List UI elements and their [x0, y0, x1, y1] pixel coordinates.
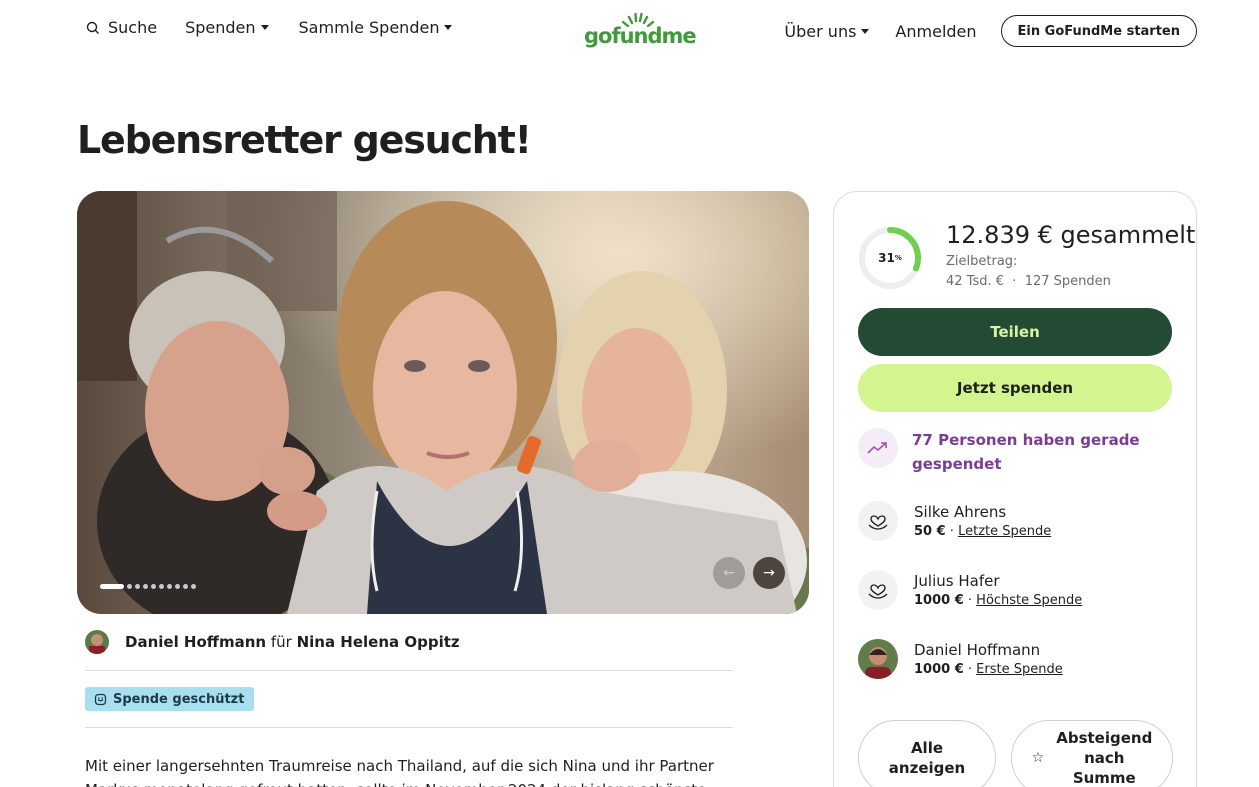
top-navigation: Suche Spenden Sammle Spenden gofundme Üb…: [0, 0, 1259, 62]
carousel-prev-button[interactable]: ←: [713, 557, 745, 589]
for-word: für: [270, 633, 292, 651]
donor-item: Silke Ahrens 50 € · Letzte Spende: [858, 501, 1051, 541]
donor-name: Julius Hafer: [914, 572, 1000, 590]
donor-amount: 50 €: [914, 524, 946, 539]
caret-down-icon: [260, 25, 269, 30]
heart-hand-icon: [858, 501, 898, 541]
show-all-line2: anzeigen: [888, 759, 966, 777]
carousel-dot[interactable]: [167, 584, 172, 589]
donation-protected-badge[interactable]: Spende geschützt: [85, 687, 255, 711]
donor-avatar: [858, 639, 898, 679]
nav-left: Suche Spenden Sammle Spenden: [86, 18, 453, 37]
star-icon: ☆: [1031, 750, 1045, 766]
donate-now-button[interactable]: Jetzt spenden: [858, 364, 1172, 412]
carousel-dots: [100, 584, 196, 589]
donor-name: Daniel Hoffmann: [914, 641, 1041, 659]
carousel-next-button[interactable]: →: [753, 557, 785, 589]
goal-separator: ·: [1012, 274, 1017, 289]
nav-ueber-dropdown[interactable]: Über uns: [784, 21, 870, 41]
donor-name: Silke Ahrens: [914, 503, 1007, 521]
donor-item: Daniel Hoffmann 1000 € · Erste Spende: [858, 639, 1063, 679]
carousel-dot[interactable]: [127, 584, 132, 589]
nav-sammle-label: Sammle Spenden: [298, 18, 440, 37]
donor-tag-link[interactable]: Höchste Spende: [976, 593, 1082, 608]
goal-value: 42 Tsd. €: [946, 274, 1005, 289]
search-button[interactable]: Suche: [86, 18, 157, 37]
carousel-dot[interactable]: [135, 584, 140, 589]
carousel-dot[interactable]: [175, 584, 180, 589]
progress-unit: %: [894, 254, 902, 262]
progress-percent: 31%: [858, 226, 922, 290]
campaign-image-carousel[interactable]: ← →: [77, 191, 809, 614]
campaign-title: Lebensretter gesucht!: [77, 118, 532, 162]
recent-donations-notice: 77 Personen haben gerade gespendet: [858, 428, 1152, 476]
donation-count: 127 Spenden: [1024, 274, 1111, 289]
nav-ueber-label: Über uns: [784, 21, 857, 41]
donor-amount: 1000 €: [914, 662, 964, 677]
campaign-photo: [77, 191, 809, 614]
search-label: Suche: [108, 18, 158, 37]
caret-down-icon: [444, 25, 453, 30]
donor-tag-link[interactable]: Erste Spende: [976, 662, 1063, 677]
nav-right: Über uns Anmelden Ein GoFundMe starten: [784, 15, 1197, 47]
donor-separator: ·: [963, 593, 977, 608]
donor-amount: 1000 €: [914, 593, 964, 608]
sort-line3: Summe: [1072, 769, 1136, 787]
nav-sammle-dropdown[interactable]: Sammle Spenden: [299, 18, 453, 37]
show-all-line1: Alle: [910, 739, 944, 757]
search-icon: [86, 21, 99, 34]
donor-tag-link[interactable]: Letzte Spende: [958, 524, 1051, 539]
nav-spenden-label: Spenden: [185, 18, 256, 37]
sort-line2: nach: [1084, 749, 1125, 767]
donor-separator: ·: [945, 524, 959, 539]
organizer-name[interactable]: Daniel Hoffmann: [125, 633, 266, 651]
organizer-text: Daniel Hoffmann für Nina Helena Oppitz: [125, 633, 460, 651]
donor-meta: 1000 € · Höchste Spende: [914, 593, 1082, 608]
carousel-dot[interactable]: [183, 584, 188, 589]
shield-icon: [94, 693, 107, 705]
carousel-dot[interactable]: [100, 584, 124, 589]
beneficiary-name[interactable]: Nina Helena Oppitz: [297, 633, 460, 651]
donor-meta: 50 € · Letzte Spende: [914, 524, 1051, 539]
donor-item: Julius Hafer 1000 € · Höchste Spende: [858, 570, 1082, 610]
sort-line1: Absteigend: [1056, 729, 1153, 747]
campaign-description: Mit einer langersehnten Traumreise nach …: [85, 757, 714, 787]
progress-number: 31: [878, 251, 895, 265]
donor-meta: 1000 € · Erste Spende: [914, 662, 1063, 677]
amount-raised: 12.839 € gesammelt: [946, 221, 1196, 249]
arrow-left-icon: ←: [723, 565, 735, 581]
donation-sidebar: 31% 12.839 € gesammelt Zielbetrag: 42 Ts…: [833, 191, 1197, 787]
divider: [85, 727, 733, 728]
goal-line: 42 Tsd. € · 127 Spenden: [946, 274, 1111, 289]
carousel-dot[interactable]: [159, 584, 164, 589]
trend-text: 77 Personen haben gerade gespendet: [912, 431, 1140, 473]
gofundme-logo[interactable]: gofundme: [584, 12, 697, 48]
badge-label: Spende geschützt: [113, 691, 245, 707]
organizer-line: Daniel Hoffmann für Nina Helena Oppitz: [85, 630, 460, 654]
carousel-dot[interactable]: [151, 584, 156, 589]
sort-by-amount-button[interactable]: ☆ Absteigend nach Summe: [1011, 720, 1173, 787]
show-all-button[interactable]: Alle anzeigen: [858, 720, 996, 787]
heart-hand-icon: [858, 570, 898, 610]
start-gofundme-button[interactable]: Ein GoFundMe starten: [1000, 15, 1197, 47]
caret-down-icon: [861, 28, 870, 34]
nav-spenden-dropdown[interactable]: Spenden: [185, 18, 269, 37]
login-link[interactable]: Anmelden: [895, 22, 976, 41]
divider: [85, 670, 733, 671]
logo-wordmark: gofundme: [584, 24, 697, 48]
share-button[interactable]: Teilen: [858, 308, 1172, 356]
carousel-dot[interactable]: [191, 584, 196, 589]
trending-up-icon: [858, 428, 898, 468]
arrow-right-icon: →: [763, 565, 775, 581]
donor-separator: ·: [963, 662, 977, 677]
goal-label: Zielbetrag:: [946, 254, 1018, 269]
carousel-dot[interactable]: [143, 584, 148, 589]
organizer-avatar[interactable]: [85, 630, 109, 654]
